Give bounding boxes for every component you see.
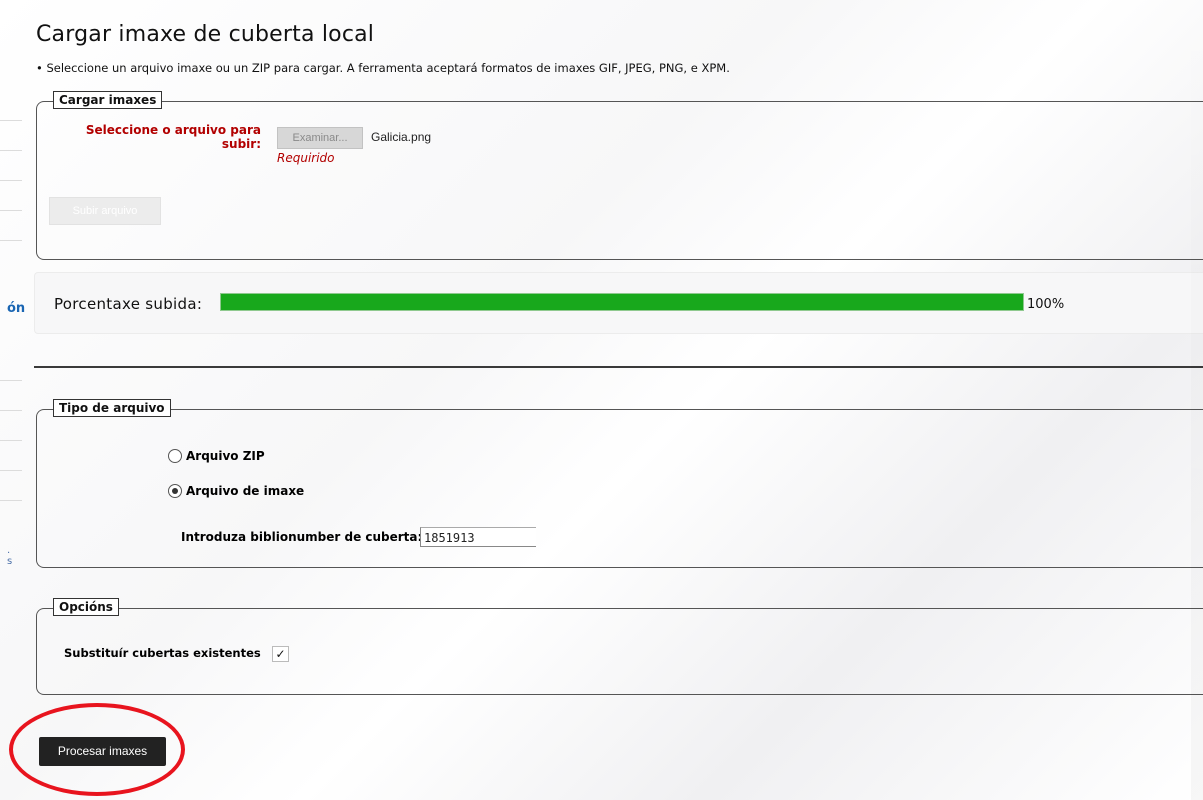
page-title: Cargar imaxe de cuberta local (36, 22, 375, 47)
edge-line (0, 410, 22, 411)
file-type-fieldset: Tipo de arquivo Arquivo ZIP Arquivo de i… (36, 399, 1203, 568)
edge-line (0, 150, 22, 151)
edge-line (0, 120, 22, 121)
edge-line (0, 380, 22, 381)
edge-line (0, 240, 22, 241)
edge-line (0, 440, 22, 441)
section-divider (34, 366, 1203, 368)
upload-fieldset: Cargar imaxes Seleccione o arquivo para … (36, 91, 1203, 260)
biblionumber-input[interactable]: 1851913 (420, 527, 536, 547)
radio-image-option[interactable]: Arquivo de imaxe (168, 484, 304, 498)
upload-cover-page: ón . s Cargar imaxe de cuberta local • S… (0, 0, 1203, 800)
edge-line (0, 470, 22, 471)
browse-button[interactable]: Examinar... (277, 127, 363, 149)
progress-percent: 100% (1027, 297, 1065, 312)
radio-zip[interactable] (168, 449, 182, 463)
right-shade (1191, 0, 1203, 800)
biblionumber-label: Introduza biblionumber de cuberta: (181, 530, 423, 544)
radio-zip-option[interactable]: Arquivo ZIP (168, 449, 265, 463)
edge-line (0, 210, 22, 211)
required-label: Requirido (277, 151, 335, 165)
file-type-legend: Tipo de arquivo (53, 399, 171, 417)
edge-line (0, 500, 22, 501)
radio-image[interactable] (168, 484, 182, 498)
upload-file-button[interactable]: Subir arquivo (49, 197, 161, 225)
upload-progress-panel: Porcentaxe subida: 100% (34, 272, 1203, 334)
page-hint: • Seleccione un arquivo imaxe ou un ZIP … (36, 61, 730, 75)
radio-zip-label: Arquivo ZIP (186, 449, 265, 463)
progress-bar-fill (221, 294, 1023, 310)
progress-label: Porcentaxe subida: (54, 295, 203, 313)
replace-covers-label: Substituír cubertas existentes (64, 646, 261, 660)
selected-file-name: Galicia.png (371, 130, 432, 144)
sidebar-dot-fragment: . (7, 545, 11, 556)
radio-image-label: Arquivo de imaxe (186, 484, 305, 498)
process-images-button[interactable]: Procesar imaxes (39, 737, 166, 766)
upload-legend: Cargar imaxes (53, 91, 163, 109)
options-legend: Opcións (53, 598, 119, 616)
options-fieldset: Opcións Substituír cubertas existentes ✓ (36, 598, 1203, 695)
progress-bar (220, 293, 1024, 311)
sidebar-text-fragment: s (7, 556, 13, 567)
sidebar-link-fragment[interactable]: ón (7, 301, 25, 316)
replace-covers-checkbox[interactable]: ✓ (272, 646, 289, 662)
file-label: Seleccione o arquivo para subir: (85, 123, 261, 151)
edge-line (0, 180, 22, 181)
